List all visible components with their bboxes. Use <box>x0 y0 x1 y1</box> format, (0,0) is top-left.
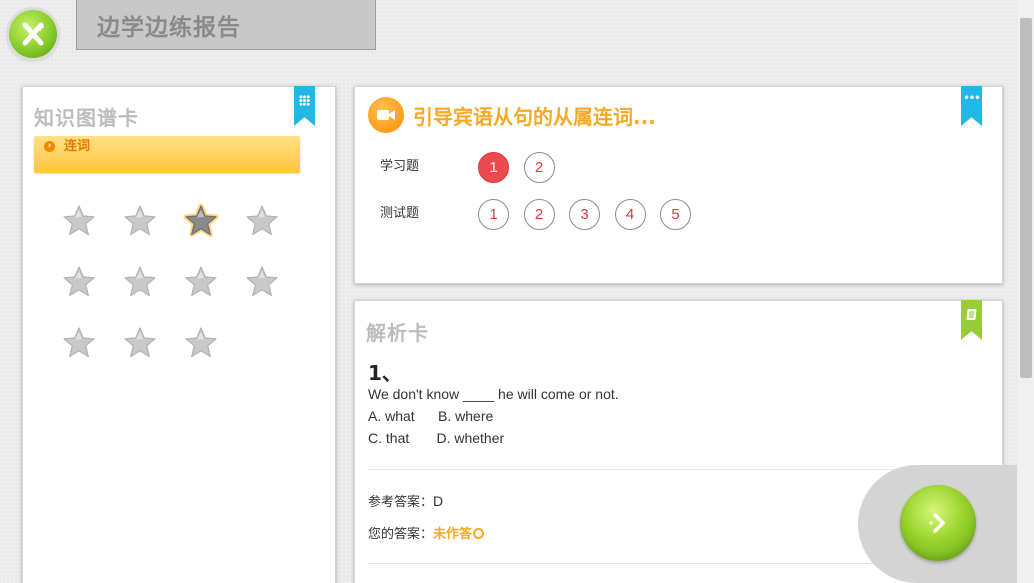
options-line-1: A. what B. where <box>368 408 494 424</box>
reference-answer-value: D <box>433 493 444 509</box>
star-icon[interactable] <box>184 326 218 360</box>
study-question-2[interactable]: 2 <box>523 152 555 183</box>
star-icon[interactable] <box>123 204 157 238</box>
star-icon[interactable] <box>62 265 96 299</box>
knowledge-map-card: 知识图谱卡 › 连词 <box>22 86 336 583</box>
star-icon[interactable] <box>184 265 218 299</box>
your-answer: 您的答案：未作答 <box>368 523 485 542</box>
reference-answer-label: 参考答案： <box>368 495 434 510</box>
scrollbar-track[interactable] <box>1018 0 1034 583</box>
page-title-bar: 边学边练报告 <box>76 0 376 50</box>
chevron-right-icon <box>929 513 945 533</box>
video-icon[interactable] <box>368 97 404 133</box>
x-logo-icon <box>22 22 44 46</box>
question-card: 引导宾语从句的从属连词... ••• 学习题 测试题 12 12345 <box>354 86 1003 284</box>
star-icon[interactable] <box>245 204 279 238</box>
study-question-1[interactable]: 1 <box>478 152 509 183</box>
chevron-right-icon: › <box>44 141 55 152</box>
topic-label: 连词 <box>64 139 91 154</box>
next-button-dock <box>858 465 1017 583</box>
options-line-2: C. that D. whether <box>368 430 505 446</box>
star-icon[interactable] <box>123 326 157 360</box>
more-icon: ••• <box>963 93 980 104</box>
analysis-bookmark <box>961 300 982 340</box>
test-question-1[interactable]: 1 <box>478 199 509 230</box>
scrollbar-thumb[interactable] <box>1020 18 1032 378</box>
star-icon[interactable] <box>123 265 157 299</box>
your-answer-label: 您的答案： <box>368 527 434 542</box>
book-icon <box>966 309 977 320</box>
star-icon-active[interactable] <box>183 203 219 238</box>
page-title: 边学边练报告 <box>97 14 241 41</box>
next-button[interactable] <box>900 485 976 561</box>
study-label: 学习题 <box>380 159 420 174</box>
grid-icon <box>299 95 310 106</box>
app-logo[interactable] <box>9 10 57 58</box>
question-text: We don't know ____ he will come or not. <box>368 386 619 402</box>
test-label: 测试题 <box>380 206 420 221</box>
star-icon[interactable] <box>62 204 96 238</box>
question-title[interactable]: 引导宾语从句的从属连词... <box>413 101 656 130</box>
test-question-3[interactable]: 3 <box>569 199 600 230</box>
reference-answer: 参考答案：D <box>368 491 443 510</box>
test-question-2[interactable]: 2 <box>523 199 555 230</box>
knowledge-card-title: 知识图谱卡 <box>34 106 139 130</box>
unanswered-circle-icon <box>473 528 485 539</box>
topic-item-conjunction[interactable]: › 连词 <box>34 136 300 173</box>
knowledge-bookmark <box>294 86 315 126</box>
analysis-card-title: 解析卡 <box>366 321 429 345</box>
question-bookmark: ••• <box>961 86 982 126</box>
your-answer-value: 未作答 <box>433 527 473 542</box>
star-icon[interactable] <box>245 265 279 299</box>
question-number: 1、 <box>368 361 402 385</box>
test-question-5[interactable]: 5 <box>660 199 691 230</box>
star-icon[interactable] <box>62 326 96 360</box>
test-question-4[interactable]: 4 <box>614 199 646 230</box>
